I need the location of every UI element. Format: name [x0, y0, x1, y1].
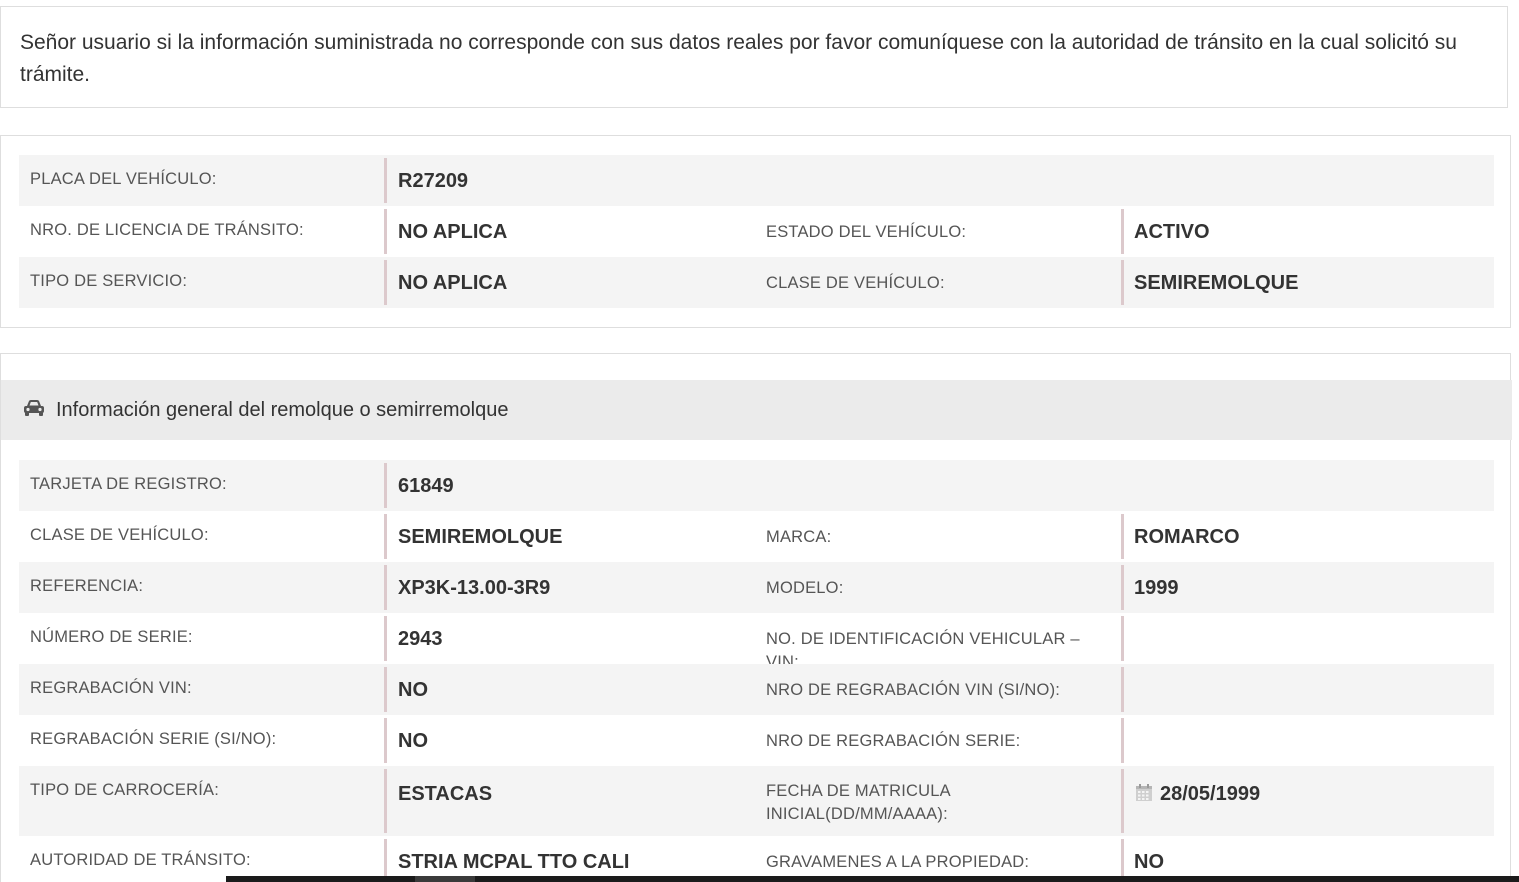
- table-row: TIPO DE CARROCERÍA: ESTACAS FECHA DE MAT…: [19, 766, 1494, 836]
- field-label: TARJETA DE REGISTRO:: [30, 475, 227, 493]
- field-value: 1999: [1134, 577, 1179, 599]
- field-value: NO: [1134, 851, 1164, 873]
- table-row: REGRABACIÓN VIN: NO NRO DE REGRABACIÓN V…: [19, 664, 1494, 715]
- field-value: ESTACAS: [398, 783, 493, 805]
- column-separator: [1121, 514, 1124, 559]
- field-value: R27209: [398, 170, 469, 192]
- section-header: Información general del remolque o semir…: [1, 380, 1512, 440]
- field-label: REGRABACIÓN SERIE (SI/NO):: [30, 730, 277, 748]
- field-value: 2943: [398, 628, 443, 650]
- field-value: NO APLICA: [398, 221, 508, 243]
- column-separator: [1121, 616, 1124, 661]
- field-label: NÚMERO DE SERIE:: [30, 628, 193, 646]
- field-label: NRO DE REGRABACIÓN VIN (SI/NO):: [766, 681, 1061, 699]
- field-value: 61849: [398, 475, 454, 497]
- table-row: NRO. DE LICENCIA DE TRÁNSITO: NO APLICA …: [19, 206, 1494, 257]
- field-label: MODELO:: [766, 579, 844, 597]
- field-value: XP3K-13.00-3R9: [398, 577, 551, 599]
- table-row: TIPO DE SERVICIO: NO APLICA CLASE DE VEH…: [19, 257, 1494, 308]
- table-row: NÚMERO DE SERIE: 2943 NO. DE IDENTIFICAC…: [19, 613, 1494, 671]
- field-label: NRO. DE LICENCIA DE TRÁNSITO:: [30, 221, 304, 239]
- column-separator: [384, 260, 387, 305]
- field-label: MARCA:: [766, 528, 832, 546]
- field-value: SEMIREMOLQUE: [1134, 272, 1299, 294]
- notice-text: Señor usuario si la información suminist…: [20, 31, 1457, 86]
- table-row: REGRABACIÓN SERIE (SI/NO): NO NRO DE REG…: [19, 715, 1494, 766]
- table-row: PLACA DEL VEHÍCULO: R27209: [19, 155, 1494, 206]
- field-value: SEMIREMOLQUE: [398, 526, 563, 548]
- date-value: 28/05/1999: [1160, 783, 1261, 805]
- field-value: NO: [398, 679, 428, 701]
- column-separator: [1121, 769, 1124, 833]
- page: Señor usuario si la información suminist…: [0, 0, 1519, 882]
- column-separator: [384, 158, 387, 203]
- field-label: REFERENCIA:: [30, 577, 144, 595]
- car-icon: [24, 400, 44, 416]
- field-label: TIPO DE SERVICIO:: [30, 272, 188, 290]
- field-label: NRO DE REGRABACIÓN SERIE:: [766, 732, 1021, 750]
- notice-panel: Señor usuario si la información suminist…: [0, 6, 1508, 108]
- column-separator: [1121, 209, 1124, 254]
- field-label: FECHA DE MATRICULA INICIAL(DD/MM/AAAA):: [766, 782, 950, 823]
- calendar-icon: [1136, 784, 1152, 801]
- column-separator: [384, 514, 387, 559]
- column-separator: [384, 718, 387, 763]
- table-row: REFERENCIA: XP3K-13.00-3R9 MODELO: 1999: [19, 562, 1494, 613]
- field-value: ROMARCO: [1134, 526, 1240, 548]
- field-label: ESTADO DEL VEHÍCULO:: [766, 223, 967, 241]
- column-separator: [1121, 260, 1124, 305]
- table-row: CLASE DE VEHÍCULO: SEMIREMOLQUE MARCA: R…: [19, 511, 1494, 562]
- trailer-info-table: TARJETA DE REGISTRO: 61849 CLASE DE VEHÍ…: [19, 460, 1494, 882]
- column-separator: [384, 769, 387, 833]
- table-row: TARJETA DE REGISTRO: 61849: [19, 460, 1494, 511]
- field-label: TIPO DE CARROCERÍA:: [30, 781, 219, 799]
- column-separator: [384, 565, 387, 610]
- field-value: STRIA MCPAL TTO CALI: [398, 851, 630, 873]
- column-separator: [1121, 565, 1124, 610]
- vehicle-summary-panel: PLACA DEL VEHÍCULO: R27209 NRO. DE LICEN…: [0, 135, 1511, 328]
- field-value: NO: [398, 730, 428, 752]
- section-title: Información general del remolque o semir…: [56, 399, 509, 421]
- vehicle-summary-table: PLACA DEL VEHÍCULO: R27209 NRO. DE LICEN…: [19, 155, 1494, 308]
- column-separator: [384, 463, 387, 508]
- trailer-info-panel: Información general del remolque o semir…: [0, 353, 1512, 882]
- scrollbar-thumb[interactable]: [415, 876, 475, 882]
- field-label: GRAVAMENES A LA PROPIEDAD:: [766, 853, 1030, 871]
- field-label: CLASE DE VEHÍCULO:: [30, 526, 209, 544]
- field-label: CLASE DE VEHÍCULO:: [766, 274, 945, 292]
- column-separator: [1121, 667, 1124, 712]
- column-separator: [384, 209, 387, 254]
- field-value: ACTIVO: [1134, 221, 1210, 243]
- field-value: NO APLICA: [398, 272, 508, 294]
- column-separator: [384, 616, 387, 661]
- field-label: REGRABACIÓN VIN:: [30, 679, 192, 697]
- field-label: AUTORIDAD DE TRÁNSITO:: [30, 851, 251, 869]
- field-label: PLACA DEL VEHÍCULO:: [30, 170, 217, 188]
- column-separator: [384, 667, 387, 712]
- column-separator: [1121, 718, 1124, 763]
